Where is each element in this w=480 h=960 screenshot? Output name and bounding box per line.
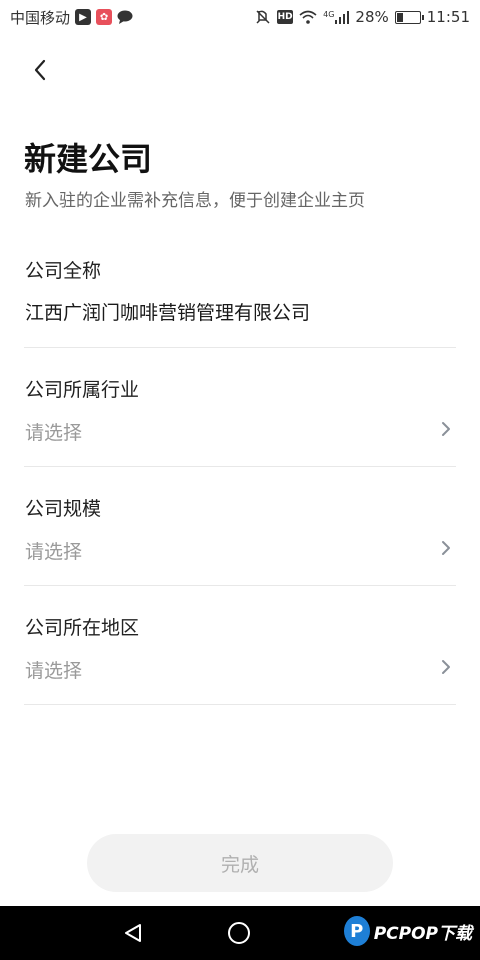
page-subtitle: 新入驻的企业需补充信息，便于创建企业主页 (25, 191, 365, 211)
carrier-label: 中国移动 (10, 8, 71, 27)
chevron-right-icon (442, 422, 450, 436)
region-select[interactable]: 公司所在地区 请选择 (24, 605, 456, 705)
chevron-left-icon (34, 59, 46, 81)
status-left: 中国移动 ▶ ✿ (10, 7, 133, 28)
company-name-value[interactable]: 江西广润门咖啡营销管理有限公司 (25, 298, 310, 325)
wifi-icon (299, 10, 317, 24)
region-placeholder: 请选择 (25, 660, 83, 682)
network-type: 4G (323, 10, 335, 19)
industry-select[interactable]: 公司所属行业 请选择 (24, 367, 456, 467)
chevron-right-icon (442, 660, 450, 674)
industry-placeholder: 请选择 (25, 422, 83, 444)
company-name-label: 公司全称 (25, 260, 102, 282)
scale-placeholder: 请选择 (25, 541, 83, 563)
status-right: HD 4G 28% 11:51 (255, 8, 470, 26)
industry-label: 公司所属行业 (25, 379, 140, 401)
battery-percent: 28% (355, 8, 389, 26)
app-notification-icon: ✿ (96, 9, 113, 25)
nav-back-icon[interactable] (122, 922, 144, 944)
back-button[interactable] (22, 52, 58, 88)
status-bar: 中国移动 ▶ ✿ HD 4G 28% 11:51 (0, 0, 480, 34)
battery-fill (396, 12, 403, 22)
company-name-field[interactable]: 公司全称 江西广润门咖啡营销管理有限公司 (24, 248, 456, 348)
watermark: P PCPOP下载 (343, 916, 472, 946)
chat-bubble-icon (117, 10, 133, 24)
signal-icon: 4G (323, 10, 350, 24)
scale-select[interactable]: 公司规模 请选择 (24, 486, 456, 586)
chevron-right-icon (442, 541, 450, 555)
watermark-logo: P (343, 916, 370, 946)
app-notification-icon: ▶ (75, 9, 92, 25)
mute-icon (255, 9, 271, 25)
battery-icon (394, 10, 424, 24)
hd-icon: HD (277, 10, 294, 24)
scale-label: 公司规模 (25, 498, 102, 520)
region-label: 公司所在地区 (25, 617, 140, 639)
nav-home-icon[interactable] (228, 922, 250, 944)
watermark-text: PCPOP下载 (373, 923, 472, 944)
clock: 11:51 (426, 8, 470, 26)
page-title: 新建公司 (24, 140, 153, 178)
done-button[interactable]: 完成 (87, 834, 393, 892)
system-nav-bar: P PCPOP下载 (0, 906, 480, 960)
